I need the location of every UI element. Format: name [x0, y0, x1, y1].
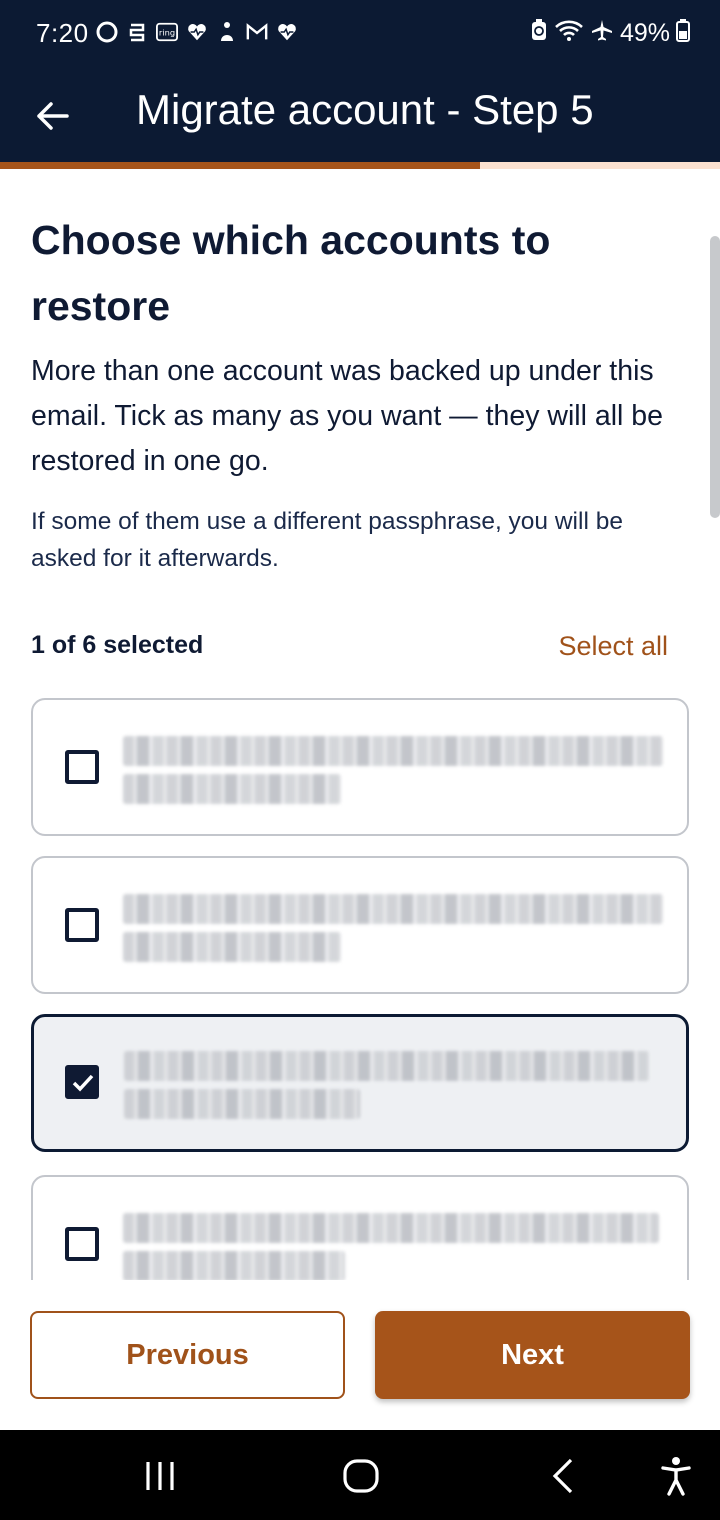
health-icon	[186, 20, 208, 44]
redacted-account-id	[124, 1051, 649, 1081]
app-bar: Migrate account - Step 5	[0, 68, 720, 162]
redacted-account-id	[123, 1251, 345, 1280]
back-nav-button[interactable]	[533, 1448, 593, 1504]
notification-icons: ring	[96, 20, 298, 44]
account-option[interactable]	[31, 1175, 689, 1280]
redacted-account-id	[123, 1213, 659, 1243]
ring-icon: ring	[156, 20, 178, 44]
back-button[interactable]	[22, 86, 82, 146]
recents-button[interactable]	[130, 1448, 190, 1504]
selection-count: 1 of 6 selected	[31, 631, 204, 659]
page-title: Migrate account - Step 5	[136, 86, 594, 133]
svg-text:ring: ring	[159, 28, 175, 38]
battery-percent: 49%	[619, 19, 670, 47]
chevron-left-icon	[552, 1458, 573, 1494]
arrow-back-icon	[37, 102, 69, 130]
recents-icon	[146, 1462, 174, 1490]
previous-button[interactable]: Previous	[30, 1311, 345, 1399]
accessibility-icon	[661, 1457, 691, 1496]
check-icon	[72, 1074, 94, 1092]
status-time: 7:20	[36, 18, 89, 48]
step-progress-bar	[0, 162, 720, 169]
chat-bubble-icon	[96, 20, 118, 44]
heartbeat-icon	[276, 20, 298, 44]
fitness-icon	[216, 20, 238, 44]
system-nav-bar	[0, 1430, 720, 1520]
account-option[interactable]	[31, 856, 689, 994]
home-button[interactable]	[331, 1448, 391, 1504]
status-bar: 7:20 ring 49%	[0, 0, 720, 68]
redacted-account-id	[123, 932, 341, 962]
account-checkbox[interactable]	[65, 908, 99, 942]
redacted-account-id	[124, 1089, 360, 1119]
account-checkbox-checked[interactable]	[65, 1065, 99, 1099]
battery-saver-icon	[530, 18, 548, 49]
accessibility-button[interactable]	[646, 1448, 706, 1504]
battery-icon	[676, 18, 690, 49]
step-progress-fill	[0, 162, 481, 169]
airplane-icon	[590, 18, 614, 49]
redacted-account-id	[123, 774, 341, 804]
main-content: Choose which accounts to restore More th…	[0, 169, 720, 1280]
gmail-icon	[246, 20, 268, 44]
section-heading: Choose which accounts to restore	[31, 217, 551, 329]
system-status: 49%	[530, 18, 690, 49]
passphrase-note: If some of them use a different passphra…	[31, 508, 623, 572]
wifi-icon	[554, 18, 584, 49]
account-option-selected[interactable]	[31, 1014, 689, 1152]
next-button[interactable]: Next	[375, 1311, 690, 1399]
select-all-link[interactable]: Select all	[558, 631, 668, 662]
account-checkbox[interactable]	[65, 1227, 99, 1261]
footer-actions: Previous Next	[0, 1280, 720, 1430]
account-checkbox[interactable]	[65, 750, 99, 784]
redacted-account-id	[123, 736, 663, 766]
intro-text: More than one account was backed up unde…	[31, 355, 663, 477]
redacted-account-id	[123, 894, 663, 924]
home-icon	[343, 1459, 379, 1493]
account-option[interactable]	[31, 698, 689, 836]
s-app-icon	[126, 20, 148, 44]
selection-row: 1 of 6 selected Select all	[31, 627, 668, 667]
